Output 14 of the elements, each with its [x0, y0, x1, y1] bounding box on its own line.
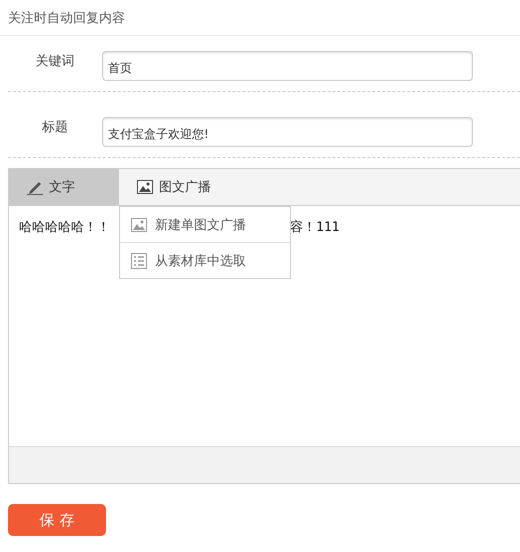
section-title: 关注时自动回复内容 — [0, 0, 520, 36]
image-icon — [131, 218, 147, 232]
menu-item[interactable]: 从素材库中选取 — [120, 243, 290, 278]
list-icon — [131, 252, 147, 268]
editor-text: 哈哈哈哈哈！！ — [19, 219, 110, 237]
field-label: 关键词 — [34, 53, 76, 70]
input-field[interactable]: 支付宝盒子欢迎您! — [102, 117, 473, 147]
image-icon — [137, 180, 153, 194]
editor-tab[interactable]: 文字 — [9, 169, 119, 205]
field-label: 标题 — [41, 119, 69, 136]
input-field[interactable]: 首页 — [102, 51, 473, 81]
menu-item[interactable]: 新建单图文广播 — [120, 207, 290, 243]
pencil-icon — [27, 179, 43, 195]
editor-text: 容！111 — [290, 219, 340, 237]
